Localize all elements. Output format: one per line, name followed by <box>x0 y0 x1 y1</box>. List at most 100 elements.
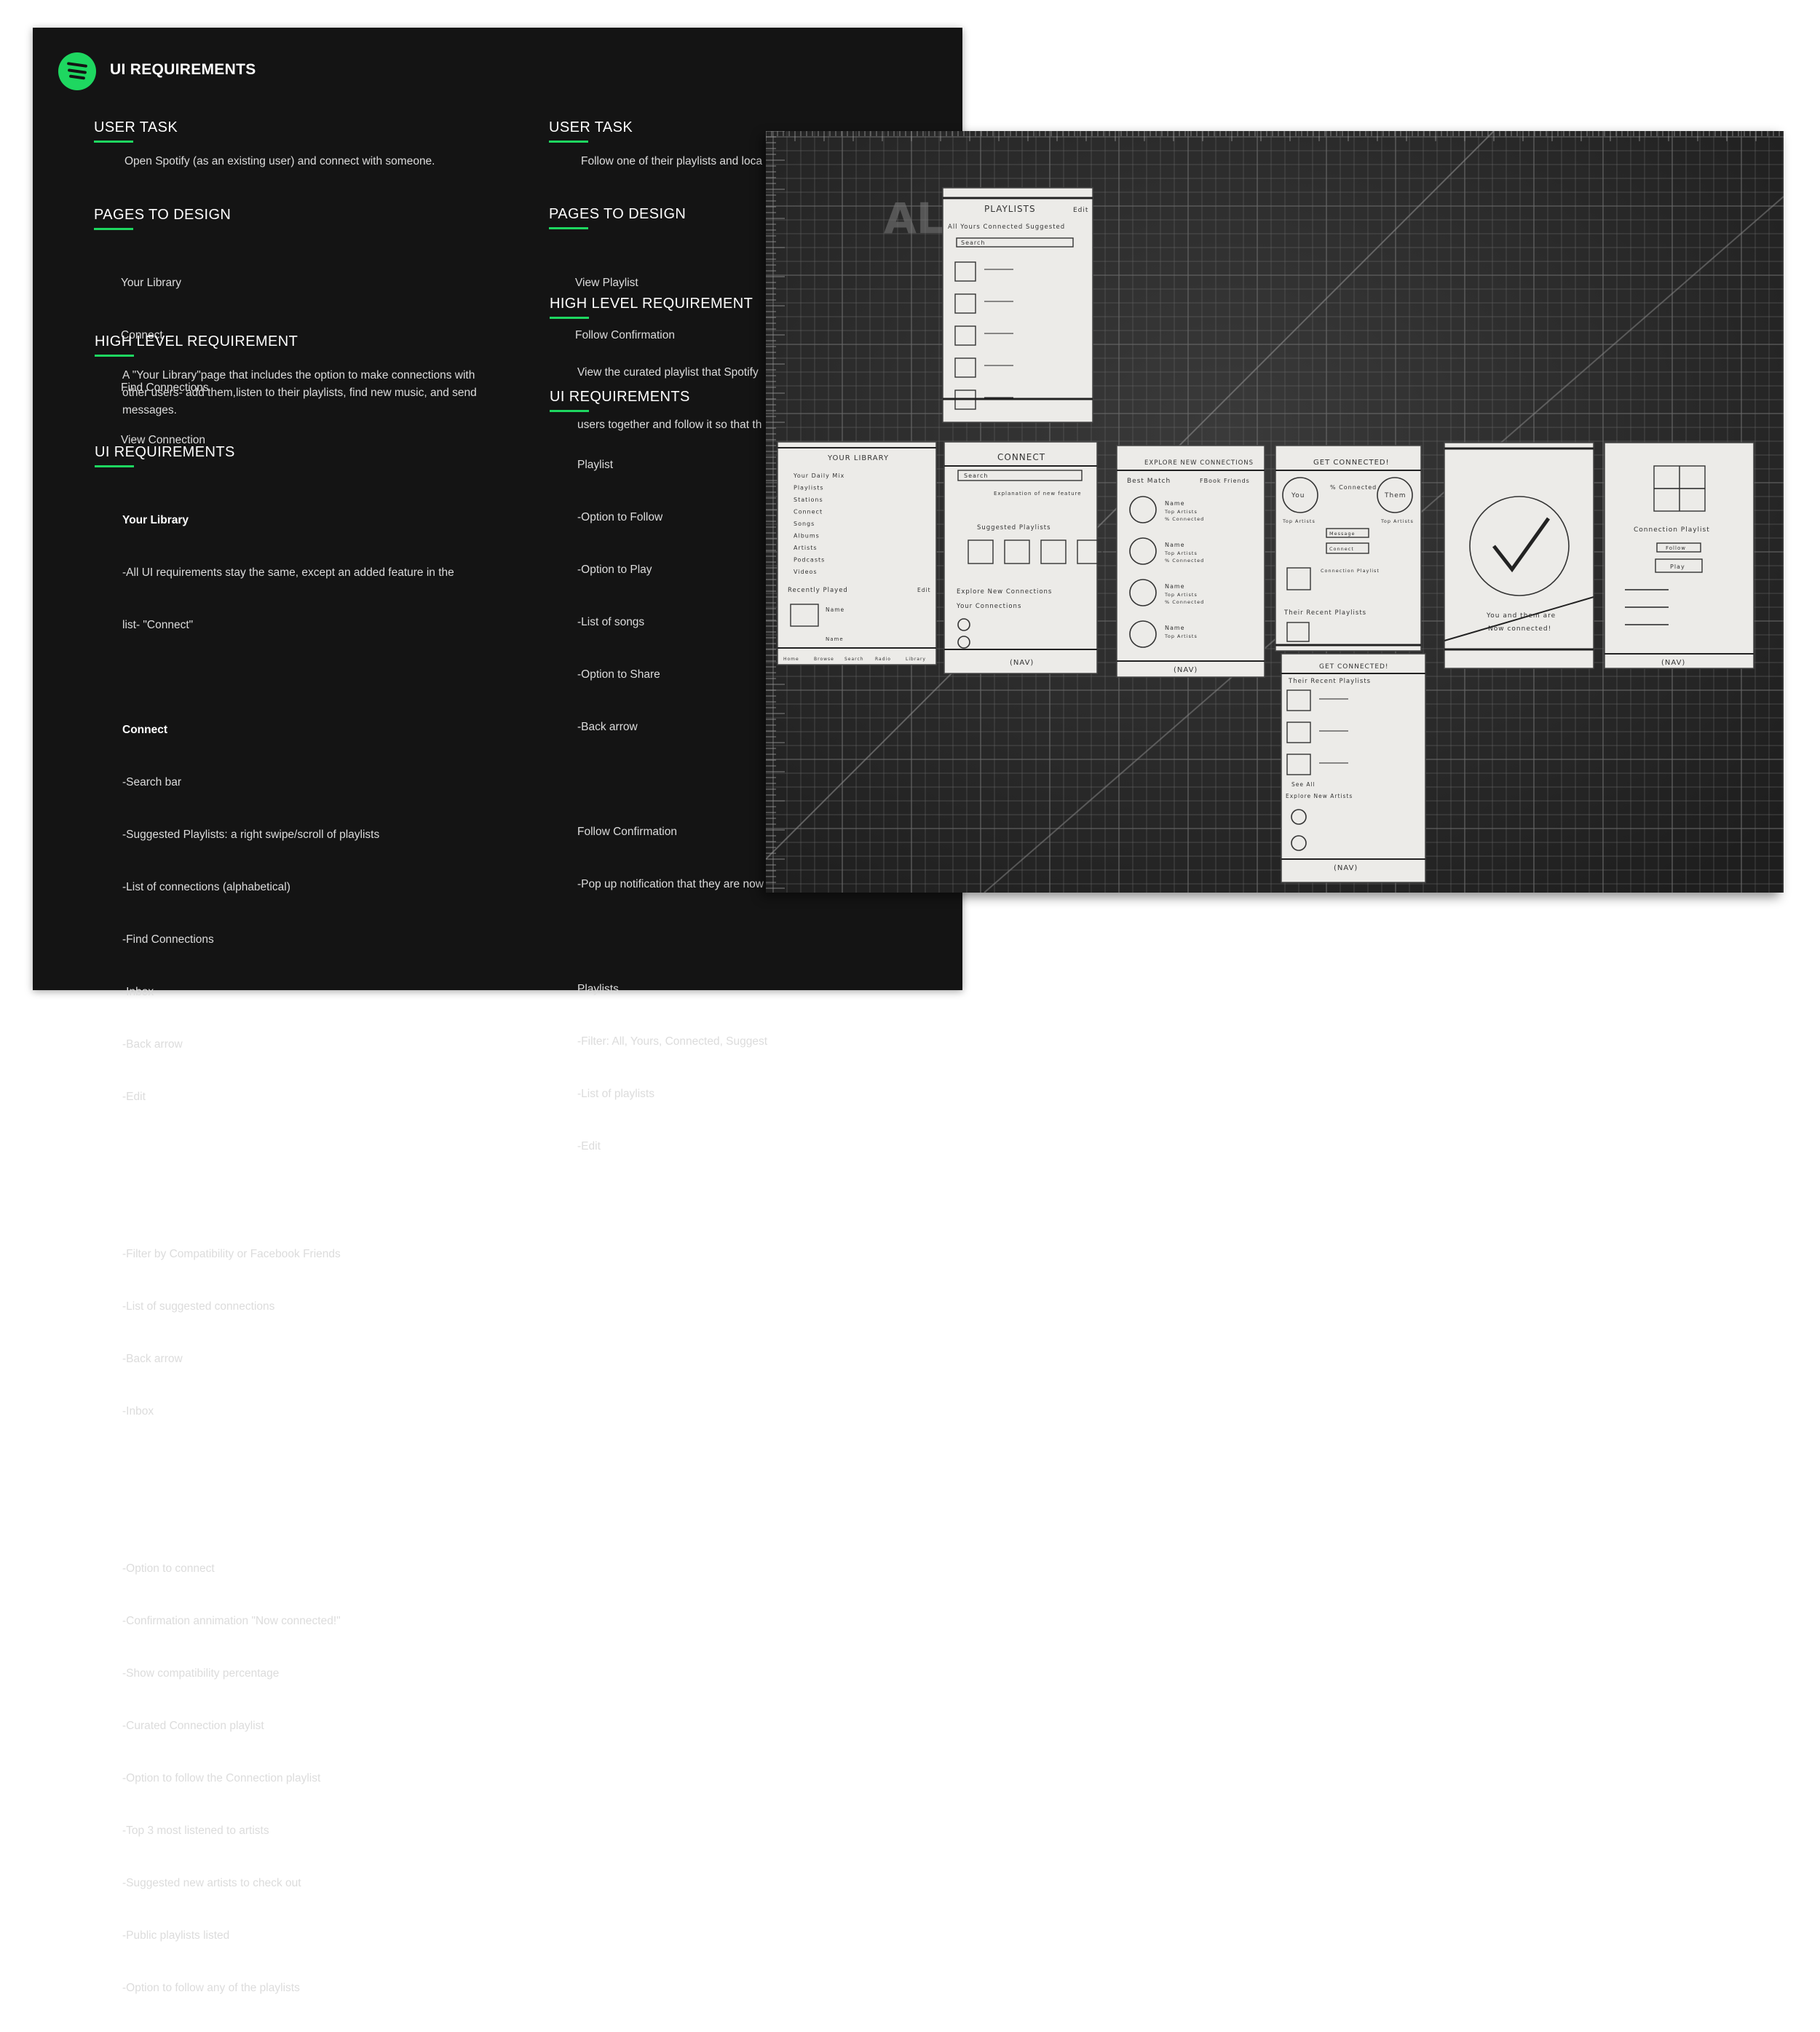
list-item: -Filter: All, Yours, Connected, Suggest <box>577 1035 768 1048</box>
left-high-level-heading: HIGH LEVEL REQUIREMENT <box>95 333 298 357</box>
svg-text:Follow: Follow <box>1666 545 1686 551</box>
list-item: -Search bar <box>122 776 181 788</box>
svg-text:Message: Message <box>1329 531 1356 537</box>
svg-text:All Yours Connected Suggest: All Yours Connected Suggested <box>948 224 1065 231</box>
svg-text:Connection Playlist: Connection Playlist <box>1321 568 1380 574</box>
right-ui-requirements-heading: UI REQUIREMENTS <box>550 389 690 412</box>
svg-text:Name: Name <box>826 636 844 642</box>
get-connected-sketch: GET CONNECTED! You Them % Connected Top Arti… <box>1275 445 1422 652</box>
svg-text:YOUR LIBRARY: YOUR LIBRARY <box>827 454 889 462</box>
list-item: -Top 3 most listened to artists <box>122 1825 269 1837</box>
svg-text:Edit: Edit <box>1073 207 1088 214</box>
list-item: -Option to connect <box>122 1562 215 1575</box>
left-ui-requirements-heading: UI REQUIREMENTS <box>95 444 235 467</box>
group-title: Playlist <box>577 459 614 471</box>
svg-text:See All: See All <box>1291 781 1315 788</box>
left-user-task-text: Open Spotify (as an existing user) and c… <box>124 155 435 167</box>
left-ui-requirements-list: Your Library -All UI requirements stay t… <box>122 477 454 2032</box>
svg-text:Videos: Videos <box>794 569 818 575</box>
svg-text:Browse: Browse <box>814 657 834 662</box>
list-item: -Show compatibility percentage <box>122 1667 280 1680</box>
list-item: -Back arrow <box>122 1353 183 1365</box>
svg-text:Suggested Playlists: Suggested Playlists <box>977 524 1051 531</box>
svg-text:Name: Name <box>826 606 844 613</box>
svg-text:Name: Name <box>1165 500 1185 507</box>
svg-text:Them: Them <box>1384 492 1406 499</box>
list-item: -Find Connections <box>122 933 214 946</box>
svg-text:CONNECT: CONNECT <box>997 452 1045 462</box>
right-ui-requirements-list: Playlist -Option to Follow -Option to Pl… <box>577 422 767 1190</box>
svg-text:PLAYLISTS: PLAYLISTS <box>984 204 1036 214</box>
list-item: -List of songs <box>577 616 645 628</box>
svg-text:Playlists: Playlists <box>794 485 824 491</box>
list-item: -Curated Connection playlist <box>122 1720 264 1732</box>
list-item: View Playlist <box>575 277 638 289</box>
svg-text:Their Recent Playlists: Their Recent Playlists <box>1288 678 1371 685</box>
connect-sketch: CONNECT Search Explanation of new feature S… <box>943 441 1103 674</box>
left-pages-heading: PAGES TO DESIGN <box>94 207 231 230</box>
group-title: Explore New Connections <box>122 1195 262 1208</box>
svg-text:Stations: Stations <box>794 497 823 503</box>
list-item: -Filter by Compatibility or Facebook Fri… <box>122 1248 341 1260</box>
list-item: -Edit <box>577 1140 601 1153</box>
group-title: Connect <box>122 724 167 736</box>
svg-text:Top Artists: Top Artists <box>1282 518 1315 524</box>
svg-text:% Connected: % Connected <box>1165 599 1204 605</box>
list-item: list- "Connect" <box>122 619 194 631</box>
svg-text:Top Artists: Top Artists <box>1164 509 1198 515</box>
right-user-task-heading: USER TASK <box>549 119 633 143</box>
svg-text:Play: Play <box>1670 564 1685 570</box>
get-connected-scroll-sketch: GET CONNECTED! Their Recent Playlists See … <box>1281 653 1426 883</box>
svg-text:Podcasts: Podcasts <box>794 557 825 564</box>
svg-text:Connect: Connect <box>1329 546 1354 552</box>
document-title: UI REQUIREMENTS <box>110 61 256 78</box>
svg-text:GET CONNECTED!: GET CONNECTED! <box>1313 459 1390 467</box>
list-item: -Edit <box>122 1091 146 1103</box>
svg-text:Top Artists: Top Artists <box>1164 592 1198 598</box>
svg-text:(NAV): (NAV) <box>1174 666 1198 674</box>
mat-brand-mark: AL <box>884 194 943 243</box>
list-item: -Back arrow <box>122 1038 183 1051</box>
svg-text:Recently Played: Recently Played <box>788 587 848 594</box>
svg-text:EXPLORE NEW CONNECTIONS: EXPLORE NEW CONNECTIONS <box>1144 459 1254 467</box>
svg-text:% Connected: % Connected <box>1165 558 1204 564</box>
svg-text:% Connected: % Connected <box>1165 516 1204 522</box>
group-title: Follow Confirmation <box>577 826 677 838</box>
list-item: -List of connections (alphabetical) <box>122 881 290 893</box>
svg-text:(NAV): (NAV) <box>1010 659 1034 667</box>
group-title: View Connection <box>122 1510 213 1522</box>
left-user-task-heading: USER TASK <box>94 119 178 143</box>
svg-text:Connect: Connect <box>794 509 823 515</box>
list-item: -Suggested Playlists: a right swipe/scro… <box>122 829 380 841</box>
svg-text:Top Artists: Top Artists <box>1380 518 1414 524</box>
list-item: -Public playlists listed <box>122 1929 230 1942</box>
svg-text:Search: Search <box>961 240 985 246</box>
list-item: -Option to Follow <box>577 511 663 523</box>
confirmation-sketch: You and them areNow connected! <box>1444 442 1594 669</box>
svg-text:Edit: Edit <box>917 587 931 593</box>
right-high-level-heading: HIGH LEVEL REQUIREMENT <box>550 296 753 319</box>
svg-text:Top Artists: Top Artists <box>1164 550 1198 556</box>
svg-text:You: You <box>1291 492 1305 499</box>
svg-text:Name: Name <box>1165 583 1185 590</box>
list-item: -Option to Play <box>577 564 652 576</box>
list-item: -Confirmation annimation "Now connected!… <box>122 1615 341 1627</box>
svg-text:Connection Playlist: Connection Playlist <box>1634 526 1710 534</box>
svg-text:Now connected!: Now connected! <box>1488 625 1551 633</box>
group-title: Playlists <box>577 983 619 995</box>
sketches-photo: PLAYLISTS Edit All Yours Connected Suggest… <box>766 131 1784 893</box>
svg-text:% Connected: % Connected <box>1330 484 1377 491</box>
svg-text:Explanation of new feature: Explanation of new feature <box>994 491 1082 497</box>
svg-text:Songs: Songs <box>794 521 815 527</box>
svg-text:Search: Search <box>964 473 988 479</box>
list-item: -List of playlists <box>577 1088 654 1100</box>
svg-text:Their Recent Playlists: Their Recent Playlists <box>1283 609 1366 617</box>
svg-text:Your Daily Mix: Your Daily Mix <box>793 473 844 479</box>
svg-text:Artists: Artists <box>794 545 818 551</box>
list-item: -Option to follow any of the playlists <box>122 1982 300 1994</box>
left-high-level-text: A "Your Library"page that includes the o… <box>122 369 477 416</box>
svg-text:(NAV): (NAV) <box>1334 864 1358 872</box>
list-item: -Option to follow the Connection playlis… <box>122 1772 321 1784</box>
svg-text:Albums: Albums <box>794 533 820 539</box>
connection-playlist-sketch: Connection Playlist Follow Play (NAV) <box>1604 442 1754 669</box>
